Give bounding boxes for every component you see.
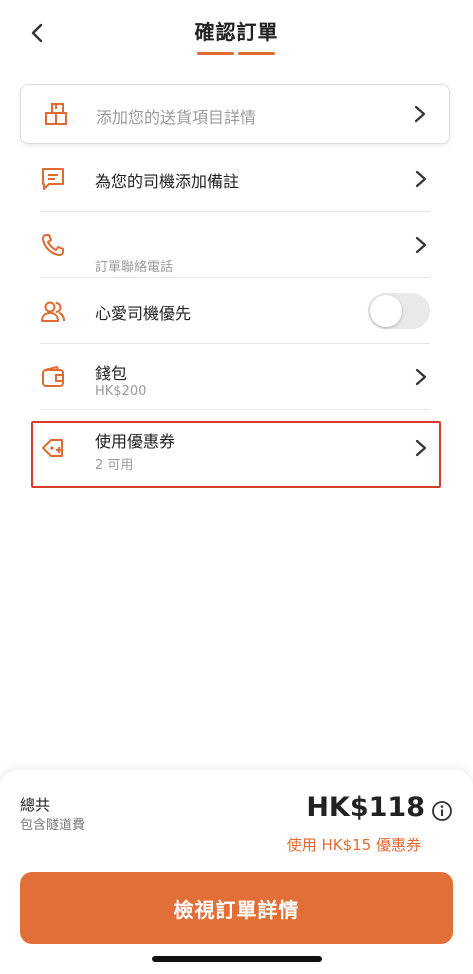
boxes-icon	[45, 103, 67, 125]
driver-note-row[interactable]: 為您的司機添加備註	[20, 146, 450, 212]
title-underline-right	[238, 52, 275, 55]
view-order-details-button[interactable]: 檢視訂單詳情	[20, 872, 453, 944]
home-indicator	[152, 956, 322, 962]
chevron-right-icon	[415, 368, 427, 386]
chevron-right-icon	[414, 105, 426, 123]
info-icon[interactable]	[431, 800, 453, 822]
coupon-available: 2 可用	[95, 458, 134, 473]
wallet-icon	[42, 366, 64, 387]
order-options-list: 添加您的送貨項目詳情 為您的司機添加備註 訂單聯絡電話 心愛司機優先 錢包 HK…	[20, 84, 450, 486]
favorite-driver-row: 心愛司機優先	[20, 278, 450, 344]
title-underline-left	[197, 52, 234, 55]
driver-note-label: 為您的司機添加備註	[95, 172, 240, 191]
wallet-balance: HK$200	[95, 384, 147, 399]
coupon-row[interactable]: 使用優惠券 2 可用	[20, 410, 450, 486]
toggle-knob	[370, 295, 402, 327]
phone-icon	[42, 234, 64, 256]
coupon-tag-icon	[42, 439, 63, 457]
page-title: 確認訂單	[194, 20, 279, 44]
favorite-driver-label: 心愛司機優先	[95, 304, 192, 323]
delivery-details-placeholder: 添加您的送貨項目詳情	[96, 108, 257, 127]
contact-phone-sub: 訂單聯絡電話	[95, 260, 174, 275]
wallet-row[interactable]: 錢包 HK$200	[20, 344, 450, 410]
total-price: HK$118	[306, 792, 425, 823]
chevron-right-icon	[415, 170, 427, 188]
coupon-applied-text: 使用 HK$15 優惠券	[286, 836, 421, 854]
favorite-driver-toggle[interactable]	[368, 293, 430, 329]
wallet-label: 錢包	[95, 364, 128, 383]
total-label: 總共	[20, 796, 51, 814]
drivers-group-icon	[41, 301, 65, 322]
coupon-label: 使用優惠券	[95, 432, 176, 451]
chevron-right-icon	[415, 236, 427, 254]
chevron-right-icon	[415, 439, 427, 457]
checkout-footer: 總共 包含隧道費 HK$118 使用 HK$15 優惠券 檢視訂單詳情	[0, 770, 473, 974]
total-sub: 包含隧道費	[20, 818, 86, 833]
contact-phone-row[interactable]: 訂單聯絡電話	[20, 212, 450, 278]
chat-note-icon	[42, 168, 64, 190]
delivery-details-row[interactable]: 添加您的送貨項目詳情	[20, 84, 450, 144]
top-nav-bar: 確認訂單	[0, 0, 473, 70]
